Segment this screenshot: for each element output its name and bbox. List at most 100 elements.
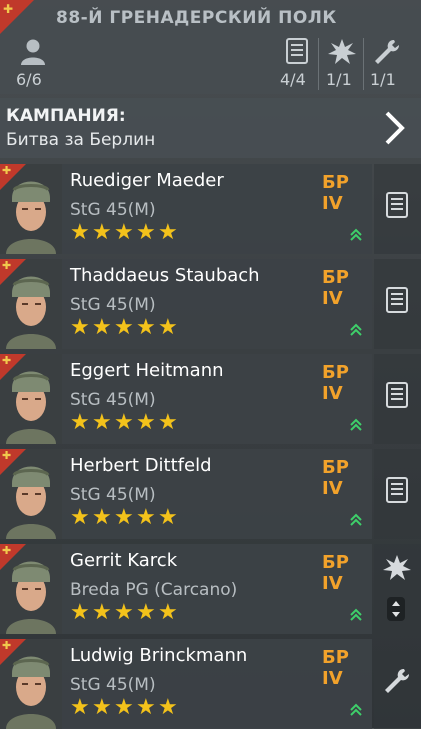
wrench-icon[interactable] [372, 38, 402, 66]
wrench-icon[interactable] [383, 667, 411, 695]
star-icon: ★ [92, 315, 112, 340]
soldier-weapon: StG 45(M) [70, 675, 156, 695]
star-icon: ★ [114, 600, 134, 625]
star-icon: ★ [136, 220, 156, 245]
star-icon: ★ [158, 410, 178, 435]
star-icon: ★ [92, 220, 112, 245]
star-icon: ★ [158, 315, 178, 340]
explosion-icon[interactable] [383, 554, 411, 582]
soldier-row[interactable]: ✚ Herbert Dittfeld StG 45(M) ★ ★ ★ ★ ★ БР IV [0, 449, 421, 539]
star-icon: ★ [114, 315, 134, 340]
equipment-list-icon[interactable] [383, 477, 411, 505]
rank-up-icon [350, 608, 362, 621]
campaign-selector[interactable]: КАМПАНИЯ: Битва за Берлин [0, 98, 421, 158]
rank-up-icon [350, 513, 362, 526]
elite-badge: ✚ [0, 0, 34, 34]
rating-stars: ★ ★ ★ ★ ★ [70, 600, 178, 625]
soldier-card[interactable]: ✚ Ludwig Brinckmann StG 45(M) ★ ★ ★ ★ ★ БР I… [0, 639, 372, 729]
soldier-name: Herbert Dittfeld [70, 455, 212, 476]
star-icon: ★ [136, 695, 156, 720]
soldier-row[interactable]: ✚ Eggert Heitmann StG 45(M) ★ ★ ★ ★ ★ БР IV [0, 354, 421, 444]
battle-rating: БР IV [322, 457, 349, 499]
divider [318, 38, 319, 90]
battle-rating: БР IV [322, 647, 349, 689]
rating-stars: ★ ★ ★ ★ ★ [70, 220, 178, 245]
star-icon: ★ [70, 505, 90, 530]
soldier-name: Ludwig Brinckmann [70, 645, 248, 666]
star-icon: ★ [70, 695, 90, 720]
soldier-row[interactable]: ✚ Ruediger Maeder StG 45(M) ★ ★ ★ ★ ★ БР IV [0, 164, 421, 254]
rating-stars: ★ ★ ★ ★ ★ [70, 505, 178, 530]
star-icon: ★ [114, 695, 134, 720]
divider [363, 38, 364, 90]
elite-badge: ✚ [0, 259, 26, 285]
soldier-role-slot[interactable] [374, 164, 421, 254]
star-icon: ★ [92, 410, 112, 435]
soldier-weapon: StG 45(M) [70, 295, 156, 315]
tools-count: 1/1 [370, 70, 396, 89]
battle-rating: БР IV [322, 362, 349, 404]
rank-up-icon [350, 703, 362, 716]
star-icon: ★ [136, 600, 156, 625]
explosion-icon[interactable] [327, 38, 357, 66]
star-icon: ★ [158, 505, 178, 530]
star-icon: ★ [70, 600, 90, 625]
star-icon: ★ [70, 315, 90, 340]
soldier-role-slot[interactable] [374, 639, 421, 729]
elite-badge: ✚ [0, 164, 26, 190]
star-icon: ★ [114, 505, 134, 530]
soldier-weapon: StG 45(M) [70, 485, 156, 505]
soldier-row[interactable]: ✚ Ludwig Brinckmann StG 45(M) ★ ★ ★ ★ ★ БР I… [0, 639, 421, 729]
soldier-name: Eggert Heitmann [70, 360, 224, 381]
soldier-icon [21, 39, 45, 65]
battle-rating: БР IV [322, 267, 349, 309]
star-icon: ★ [92, 695, 112, 720]
soldier-card[interactable]: ✚ Gerrit Karck Breda PG (Carcano) ★ ★ ★ ★ ★ … [0, 544, 372, 634]
soldier-name: Thaddaeus Staubach [70, 265, 260, 286]
star-icon: ★ [92, 600, 112, 625]
equipment-list-icon[interactable] [383, 192, 411, 220]
rank-up-icon [350, 323, 362, 336]
star-icon: ★ [136, 410, 156, 435]
soldier-card[interactable]: ✚ Thaddaeus Staubach StG 45(M) ★ ★ ★ ★ ★ БР … [0, 259, 372, 349]
campaign-name: Битва за Берлин [6, 130, 156, 150]
elite-badge: ✚ [0, 639, 26, 665]
soldier-name: Gerrit Karck [70, 550, 178, 571]
soldiers-count: 6/6 [16, 70, 42, 89]
star-icon: ★ [114, 410, 134, 435]
rating-stars: ★ ★ ★ ★ ★ [70, 695, 178, 720]
soldier-role-slot[interactable] [374, 544, 421, 634]
equipment-list-icon[interactable] [283, 38, 313, 66]
battle-rating: БР IV [322, 172, 349, 214]
soldier-row[interactable]: ✚ Thaddaeus Staubach StG 45(M) ★ ★ ★ ★ ★ БР … [0, 259, 421, 349]
soldier-row[interactable]: ✚ Gerrit Karck Breda PG (Carcano) ★ ★ ★ ★ ★ … [0, 544, 421, 634]
star-icon: ★ [70, 410, 90, 435]
soldier-weapon: StG 45(M) [70, 200, 156, 220]
equipment-count: 4/4 [280, 70, 306, 89]
soldier-weapon: StG 45(M) [70, 390, 156, 410]
soldier-card[interactable]: ✚ Eggert Heitmann StG 45(M) ★ ★ ★ ★ ★ БР IV [0, 354, 372, 444]
star-icon: ★ [70, 220, 90, 245]
star-icon: ★ [136, 505, 156, 530]
elite-badge: ✚ [0, 544, 26, 570]
rating-stars: ★ ★ ★ ★ ★ [70, 315, 178, 340]
star-icon: ★ [114, 220, 134, 245]
soldier-card[interactable]: ✚ Herbert Dittfeld StG 45(M) ★ ★ ★ ★ ★ БР IV [0, 449, 372, 539]
rank-up-icon [350, 418, 362, 431]
soldier-card[interactable]: ✚ Ruediger Maeder StG 45(M) ★ ★ ★ ★ ★ БР IV [0, 164, 372, 254]
star-icon: ★ [158, 695, 178, 720]
explosives-count: 1/1 [326, 70, 352, 89]
soldier-role-slot[interactable] [374, 354, 421, 444]
soldier-role-slot[interactable] [374, 259, 421, 349]
star-icon: ★ [136, 315, 156, 340]
scroll-handle-icon[interactable] [386, 596, 406, 622]
squad-header: ✚ 88-Й ГРЕНАДЕРСКИЙ ПОЛК 6/6 4/4 1/1 1/1 [0, 0, 421, 94]
soldier-role-slot[interactable] [374, 449, 421, 539]
chevron-right-icon[interactable] [383, 110, 407, 146]
elite-badge: ✚ [0, 354, 26, 380]
star-icon: ★ [158, 600, 178, 625]
star-icon: ★ [158, 220, 178, 245]
equipment-list-icon[interactable] [383, 382, 411, 410]
rating-stars: ★ ★ ★ ★ ★ [70, 410, 178, 435]
equipment-list-icon[interactable] [383, 287, 411, 315]
